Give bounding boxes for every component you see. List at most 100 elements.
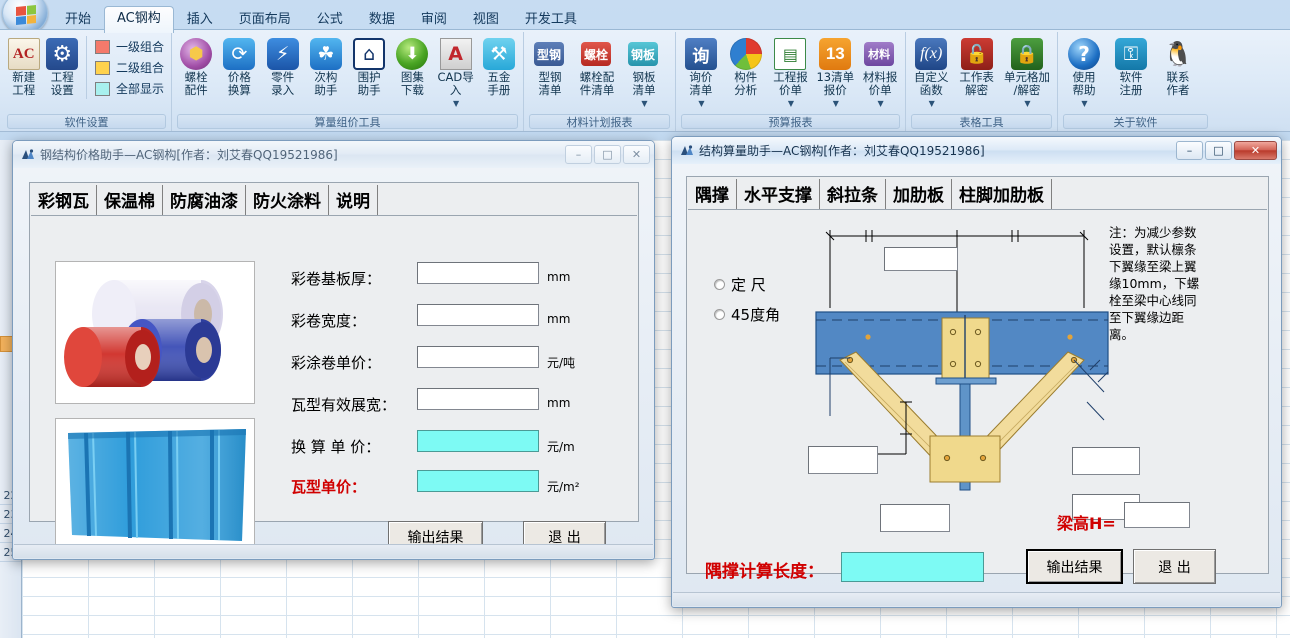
tab-zhujiaojialeiban[interactable]: 柱脚加肋板: [952, 179, 1052, 209]
base-thickness-input[interactable]: [417, 262, 539, 284]
chevron-down-icon[interactable]: ▼: [915, 97, 949, 110]
calc-window-statusbar: [673, 592, 1280, 606]
register-button[interactable]: ⚿ 软件 注册: [1108, 36, 1154, 99]
inquiry-list-button[interactable]: 询 询价 清单 ▼: [679, 36, 723, 112]
close-button[interactable]: ✕: [623, 145, 650, 164]
btn-label-line2: 价单 ▼: [773, 84, 808, 110]
field-label-sheet-price: 瓦型单价：: [291, 478, 367, 496]
close-button[interactable]: ✕: [1234, 141, 1277, 160]
price-window-titlebar[interactable]: 钢结构价格助手—AC钢构[作者：刘艾春QQ19521986] – □ ✕: [13, 141, 654, 168]
minimize-button[interactable]: –: [1176, 141, 1203, 160]
price-assistant-window[interactable]: 钢结构价格助手—AC钢构[作者：刘艾春QQ19521986] – □ ✕ 彩钢瓦…: [12, 140, 655, 560]
secondary-structure-icon: ☘: [309, 38, 342, 70]
field-label-coil-width: 彩卷宽度：: [291, 312, 367, 330]
material-quote-button[interactable]: 材料 材料报 价单 ▼: [858, 36, 902, 112]
sheet-decrypt-icon: 🔓: [960, 38, 993, 70]
structure-calc-window[interactable]: 结构算量助手—AC钢构[作者：刘艾春QQ19521986] – □ ✕ 隅撑 水…: [671, 136, 1282, 608]
btn-label-line2: 帮助 ▼: [1072, 83, 1096, 110]
bolt-list-button[interactable]: 螺栓 螺栓配 件清单: [574, 36, 620, 99]
ribbon-group-sheet-tools: f(x) 自定义 函数 ▼ 🔓 工作表 解密 🔒 单元格加/解密 ▼ 表格工具: [906, 32, 1058, 131]
custom-function-button[interactable]: f(x) 自定义 函数 ▼: [909, 36, 953, 112]
tab-yucheng[interactable]: 隅撑: [688, 179, 737, 209]
field-label-base-thickness: 彩卷基板厚：: [291, 270, 382, 288]
coil-width-input[interactable]: [417, 304, 539, 326]
group-label-software-settings: 软件设置: [7, 114, 166, 129]
project-quote-button[interactable]: ▤ 工程报 价单 ▼: [769, 36, 813, 112]
tab-shuipingzhicheng[interactable]: 水平支撑: [737, 179, 820, 209]
calc-exit-button[interactable]: 退 出: [1133, 549, 1216, 584]
btn-label-line2: 报价 ▼: [816, 84, 854, 110]
calc-window-body: 隅撑 水平支撑 斜拉条 加肋板 柱脚加肋板 定 尺 45度角 注：为减少参数设置…: [672, 164, 1281, 607]
steel-plate-list-button[interactable]: 钢板 钢板 清单 ▼: [621, 36, 667, 112]
btn-label-line2: 价单 ▼: [863, 84, 898, 110]
tab-shuoming[interactable]: 说明: [329, 185, 378, 215]
btn-label-line2: 件清单: [579, 83, 615, 97]
coil-price-input[interactable]: [417, 346, 539, 368]
project-settings-button[interactable]: ⚙ 工程 设置: [43, 36, 80, 99]
chevron-down-icon[interactable]: ▼: [690, 97, 712, 110]
component-analysis-icon: [729, 38, 762, 70]
calc-window-titlebar[interactable]: 结构算量助手—AC钢构[作者：刘艾春QQ19521986] – □ ✕: [672, 137, 1281, 164]
maximize-button[interactable]: □: [594, 145, 621, 164]
section-steel-list-button[interactable]: 型钢 型钢 清单: [527, 36, 573, 99]
effective-width-input[interactable]: [417, 388, 539, 410]
result-length-label: 隅撑计算长度：: [705, 562, 824, 582]
tab-ac-gangou[interactable]: AC钢构: [104, 6, 174, 33]
help-button[interactable]: ? 使用 帮助 ▼: [1061, 36, 1107, 112]
list13-quote-button[interactable]: 13 13清单 报价 ▼: [813, 36, 857, 112]
btn-label-line2: /解密 ▼: [1004, 84, 1050, 110]
secondary-structure-button[interactable]: ☘ 次构 助手: [305, 36, 347, 99]
bolt-parts-button[interactable]: ⬢ 螺栓 配件: [175, 36, 217, 99]
calc-output-result-button[interactable]: 输出结果: [1026, 549, 1123, 584]
price-convert-button[interactable]: ⟳ 价格 换算: [218, 36, 260, 99]
legend-item-primary[interactable]: 一级组合: [94, 38, 164, 55]
chevron-down-icon[interactable]: ▼: [1074, 97, 1096, 110]
color-swatch-secondary: [94, 60, 110, 75]
tab-fangfuyouqi[interactable]: 防腐油漆: [163, 185, 246, 215]
btn-label-line2: 配件: [184, 83, 208, 97]
component-analysis-button[interactable]: 构件 分析: [724, 36, 768, 99]
tab-jialeiban[interactable]: 加肋板: [886, 179, 952, 209]
section-steel-icon: 型钢: [534, 42, 564, 66]
contact-author-button[interactable]: 🐧 联系 作者: [1155, 36, 1201, 99]
part-entry-button[interactable]: ⚡ 零件 录入: [262, 36, 304, 99]
legend-item-showall[interactable]: 全部显示: [94, 80, 164, 97]
chevron-down-icon[interactable]: ▼: [438, 97, 473, 110]
cell-encrypt-button[interactable]: 🔒 单元格加/解密 ▼: [1000, 36, 1054, 112]
tab-xielatiao[interactable]: 斜拉条: [820, 179, 886, 209]
unit-effective-width: mm: [547, 396, 571, 410]
btn-label-line2: 换算: [227, 83, 251, 97]
tab-fanghuotuliao[interactable]: 防火涂料: [246, 185, 329, 215]
chevron-down-icon[interactable]: ▼: [774, 97, 808, 110]
maximize-button[interactable]: □: [1205, 141, 1232, 160]
tab-caigangwa[interactable]: 彩钢瓦: [31, 185, 97, 215]
office-logo-icon: [16, 4, 36, 26]
cad-import-button[interactable]: A CAD导入 ▼: [435, 36, 477, 112]
minimize-button[interactable]: –: [565, 145, 592, 164]
envelope-structure-button[interactable]: ⌂ 围护 助手: [348, 36, 390, 99]
chevron-down-icon[interactable]: ▼: [864, 97, 898, 110]
legend-item-secondary[interactable]: 二级组合: [94, 59, 164, 76]
tab-baowenmian[interactable]: 保温棉: [97, 185, 163, 215]
diagram-input-bottom-left[interactable]: [880, 504, 950, 532]
diagram-input-span-left[interactable]: [884, 247, 958, 271]
chevron-down-icon[interactable]: ▼: [634, 97, 656, 110]
diagram-input-left-edge[interactable]: [808, 446, 878, 474]
chevron-down-icon[interactable]: ▼: [1005, 97, 1050, 110]
custom-function-icon: f(x): [915, 38, 948, 70]
radio-dot: [714, 309, 725, 320]
hardware-manual-button[interactable]: ⚒ 五金 手册: [478, 36, 520, 99]
atlas-download-button[interactable]: ⬇ 图集 下载: [391, 36, 433, 99]
price-window-controls: – □ ✕: [565, 145, 650, 164]
chevron-down-icon[interactable]: ▼: [817, 97, 854, 110]
btn-label-line2: 注册: [1119, 83, 1143, 97]
beam-height-label: 梁高H=: [1057, 514, 1116, 533]
app-icon: [20, 147, 35, 162]
sheet-decrypt-button[interactable]: 🔓 工作表 解密: [954, 36, 998, 99]
radio-45-degree[interactable]: 45度角: [714, 304, 780, 325]
beam-height-input[interactable]: [1124, 502, 1190, 528]
new-project-button[interactable]: AC 新建 工程: [5, 36, 42, 99]
diagram-input-right-upper[interactable]: [1072, 447, 1140, 475]
corrugated-sheet-photo: [55, 418, 255, 548]
radio-fixed-length[interactable]: 定 尺: [714, 274, 766, 295]
